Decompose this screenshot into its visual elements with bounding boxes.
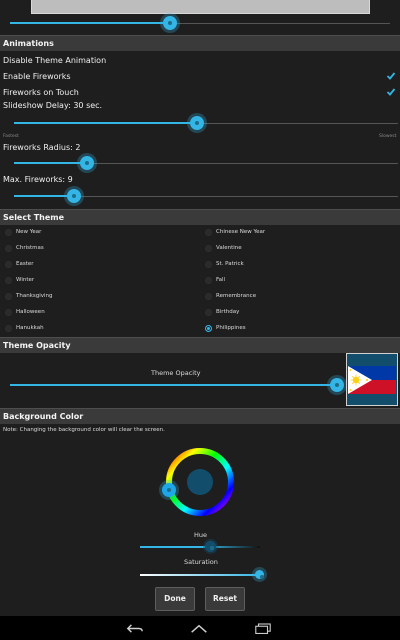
theme-radio-chinese-new-year[interactable] [205,229,212,236]
saturation-label: Saturation [184,558,218,566]
theme-radio-christmas[interactable] [5,245,12,252]
animations-header: Animations [0,35,400,51]
top-slider-thumb[interactable] [163,16,177,30]
enable-fireworks-label: Enable Fireworks [3,72,71,81]
fastest-label: Fastest [3,134,19,139]
fireworks-radius-label: Fireworks Radius: 2 [3,143,81,152]
max-fireworks-thumb[interactable] [67,189,81,203]
theme-radio-hanukkah[interactable] [5,325,12,332]
theme-opacity-thumb[interactable] [330,378,344,392]
saturation-thumb[interactable] [255,570,264,579]
slideshow-delay-label: Slideshow Delay: 30 sec. [3,101,103,110]
theme-opacity-slider-label: Theme Opacity [151,369,201,377]
fireworks-on-touch-checkbox[interactable] [386,87,396,97]
theme-radio-valentine[interactable] [205,245,212,252]
fireworks-radius-track [14,162,88,164]
slideshow-delay-track [14,122,197,124]
theme-label-thanksgiving: Thanksgiving [16,293,53,299]
slowest-label: Slowest [379,134,397,139]
theme-preview-strip [31,0,370,14]
saturation-track [140,574,260,576]
theme-radio-remembrance[interactable] [205,293,212,300]
theme-preview-box [346,353,398,406]
theme-label-halloween: Halloween [16,309,45,315]
theme-label-easter: Easter [16,261,34,267]
background-color-header: Background Color [0,408,400,424]
fireworks-radius-thumb[interactable] [80,156,94,170]
selected-color-swatch [187,469,213,495]
reset-button[interactable]: Reset [205,587,245,611]
hue-track [140,546,260,548]
theme-label-christmas: Christmas [16,245,44,251]
fireworks-on-touch-label: Fireworks on Touch [3,88,79,97]
theme-opacity-header: Theme Opacity [0,337,400,353]
theme-label-remembrance: Remembrance [216,293,257,299]
theme-label-fall: Fall [216,277,226,283]
theme-label-hanukkah: Hanukkah [16,325,44,331]
theme-label-valentine: Valentine [216,245,242,251]
select-theme-header: Select Theme [0,209,400,225]
philippines-flag-icon [348,366,396,394]
back-icon[interactable] [126,623,144,634]
max-fireworks-track [14,195,74,197]
recents-icon[interactable] [254,623,272,634]
theme-radio-philippines[interactable] [205,325,212,332]
background-color-note: Note: Changing the background color will… [3,427,165,433]
top-slider-track [10,22,170,24]
color-wheel[interactable] [164,446,236,518]
hue-label: Hue [194,531,208,539]
theme-radio-halloween[interactable] [5,309,12,316]
disable-theme-animation-option[interactable]: Disable Theme Animation [3,56,106,65]
theme-radio-st-patrick[interactable] [205,261,212,268]
slideshow-delay-thumb[interactable] [190,116,204,130]
theme-radio-fall[interactable] [205,277,212,284]
navigation-bar [0,616,400,640]
theme-label-new-year: New Year [16,229,42,235]
home-icon[interactable] [189,623,209,634]
theme-label-birthday: Birthday [216,309,240,315]
theme-radio-new-year[interactable] [5,229,12,236]
theme-radio-thanksgiving[interactable] [5,293,12,300]
theme-radio-birthday[interactable] [205,309,212,316]
theme-label-winter: Winter [16,277,35,283]
theme-radio-easter[interactable] [5,261,12,268]
theme-label-chinese-new-year: Chinese New Year [216,229,266,235]
theme-opacity-track [10,384,336,386]
theme-label-philippines: Philippines [216,325,246,331]
done-button[interactable]: Done [155,587,195,611]
hue-thumb[interactable] [205,541,216,552]
theme-radio-winter[interactable] [5,277,12,284]
theme-label-st-patrick: St. Patrick [216,261,244,267]
enable-fireworks-checkbox[interactable] [386,71,396,81]
color-wheel-thumb[interactable] [162,483,176,497]
max-fireworks-label: Max. Fireworks: 9 [3,175,73,184]
